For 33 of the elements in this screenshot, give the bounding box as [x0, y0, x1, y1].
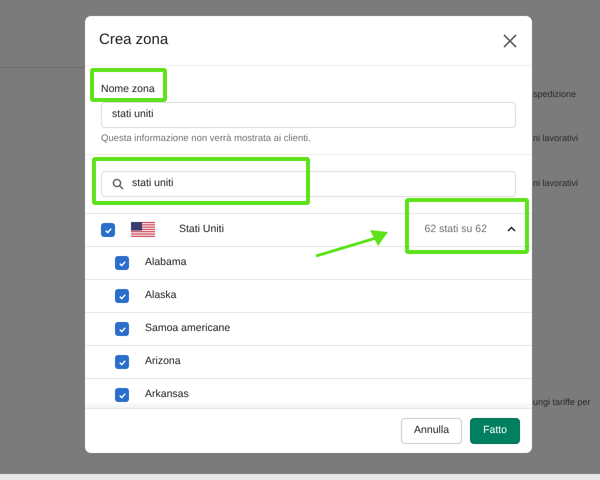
state-name: Arizona: [145, 354, 181, 370]
background-text: ungi tariffe per: [533, 396, 590, 409]
help-text: Questa informazione non verrà mostrata ai clienti.: [101, 132, 312, 146]
flag-icon: [131, 222, 155, 238]
checkbox[interactable]: [115, 322, 129, 336]
search-field[interactable]: stati uniti: [101, 171, 516, 197]
field-label: Nome zona: [101, 82, 156, 97]
checkbox[interactable]: [101, 223, 115, 237]
dialog-title: Crea zona: [99, 30, 168, 50]
checkmark-icon: [118, 358, 126, 366]
done-button[interactable]: Fatto: [470, 418, 520, 444]
checkbox[interactable]: [115, 355, 129, 369]
checkmark-icon: [118, 390, 126, 400]
checkmark-icon: [118, 324, 126, 334]
checkbox[interactable]: [115, 289, 129, 303]
checkmark-icon: [118, 292, 126, 300]
state-count: 62 stati su 62: [424, 222, 487, 238]
state-name: Alabama: [145, 255, 186, 270]
checkbox[interactable]: [115, 256, 129, 270]
state-name: Alaska: [145, 288, 177, 304]
cancel-button[interactable]: Annulla: [401, 418, 462, 444]
state-name: Samoa americane: [145, 321, 230, 336]
state-name: Arkansas: [145, 387, 189, 402]
background-text: ni lavorativi: [533, 132, 578, 144]
country-name: Stati Uniti: [179, 222, 224, 238]
search-icon: [112, 178, 124, 190]
checkmark-icon: [104, 226, 112, 234]
name-field[interactable]: stati uniti: [101, 102, 516, 128]
close-button[interactable]: [502, 32, 518, 48]
background-text: spedizione: [533, 88, 576, 101]
checkbox[interactable]: [115, 388, 129, 402]
checkmark-icon: [118, 258, 126, 268]
background-text: ni lavorativi: [533, 177, 578, 190]
